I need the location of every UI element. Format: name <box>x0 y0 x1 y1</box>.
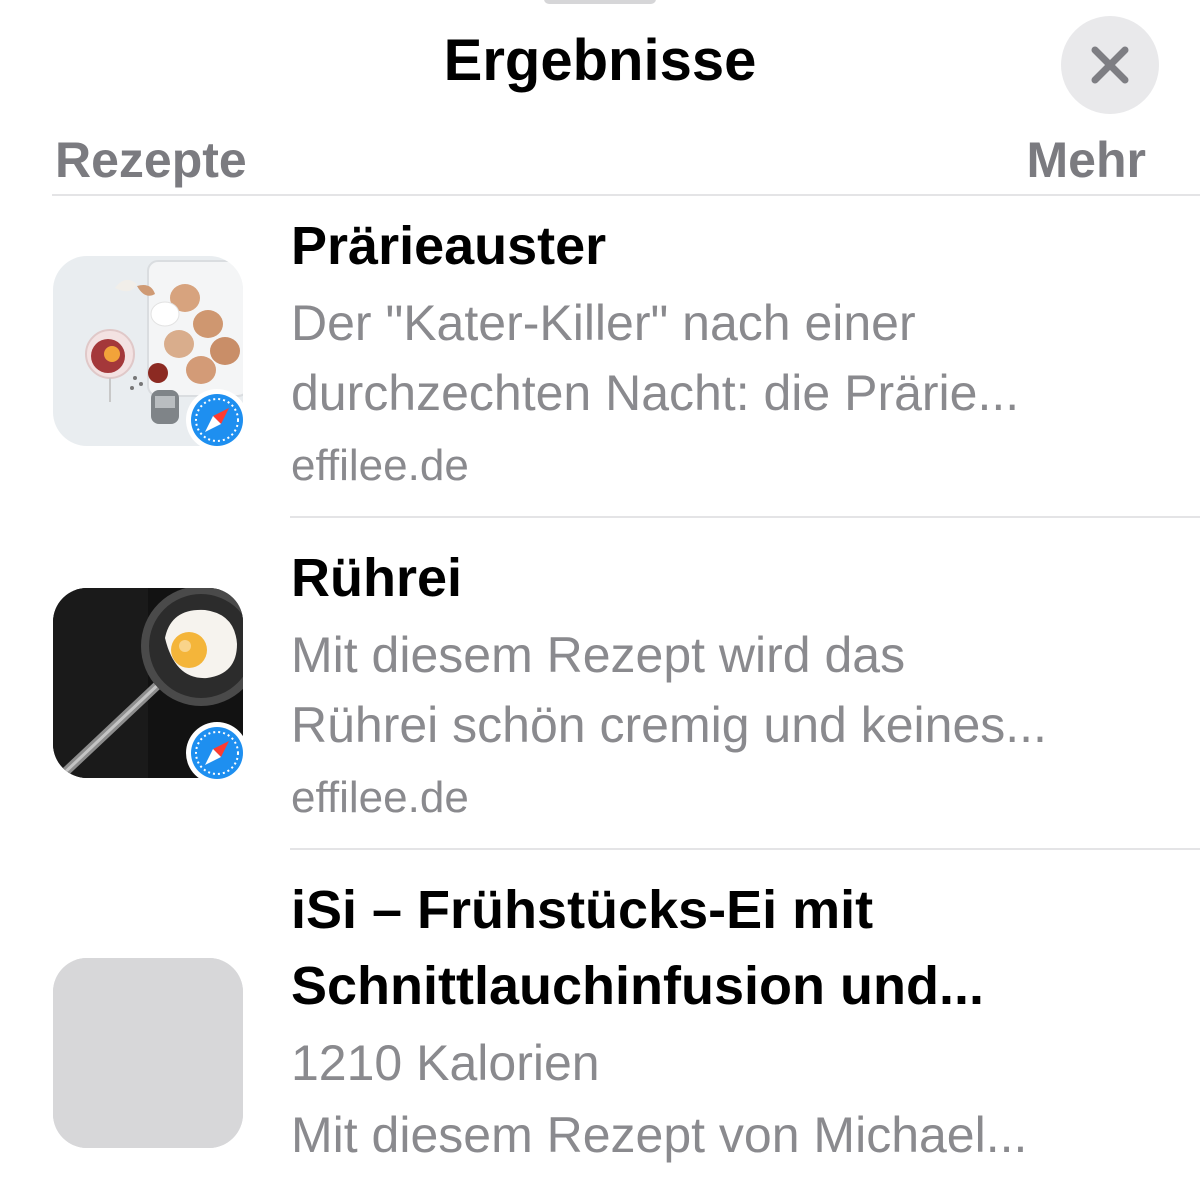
results-sheet: Ergebnisse Rezepte Mehr Prärieauster Der… <box>0 0 1200 1200</box>
result-source: effilee.de <box>291 441 469 490</box>
result-description: Rührei schön cremig und keines... <box>291 697 1047 753</box>
more-button[interactable]: Mehr <box>1027 132 1146 188</box>
sheet-title: Ergebnisse <box>443 28 757 93</box>
close-icon <box>1091 46 1129 84</box>
result-calories: 1210 Kalorien <box>291 1035 600 1091</box>
result-description: Mit diesem Rezept von Michael... <box>291 1107 1028 1163</box>
result-source: effilee.de <box>291 773 469 822</box>
result-thumbnail-placeholder[interactable] <box>53 958 243 1148</box>
result-description: Mit diesem Rezept wird das <box>291 627 906 683</box>
result-divider <box>290 516 1200 518</box>
result-divider <box>290 848 1200 850</box>
result-title[interactable]: Prärieauster <box>291 210 1171 282</box>
safari-compass-icon <box>191 727 243 779</box>
result-title[interactable]: iSi – Frühstücks-Ei mit <box>291 874 1171 946</box>
sheet-grabber[interactable] <box>544 0 656 4</box>
close-button[interactable] <box>1061 16 1159 114</box>
safari-badge <box>186 389 248 451</box>
result-title[interactable]: Rührei <box>291 542 1171 614</box>
result-description: durchzechten Nacht: die Prärie... <box>291 365 1020 421</box>
result-title[interactable]: Schnittlauchinfusion und... <box>291 950 1171 1022</box>
section-divider <box>52 194 1200 196</box>
result-description: Der "Kater-Killer" nach einer <box>291 295 916 351</box>
safari-badge <box>186 722 248 784</box>
safari-compass-icon <box>191 394 243 446</box>
section-label-rezepte: Rezepte <box>55 132 247 188</box>
placeholder-thumbnail <box>53 958 243 1148</box>
